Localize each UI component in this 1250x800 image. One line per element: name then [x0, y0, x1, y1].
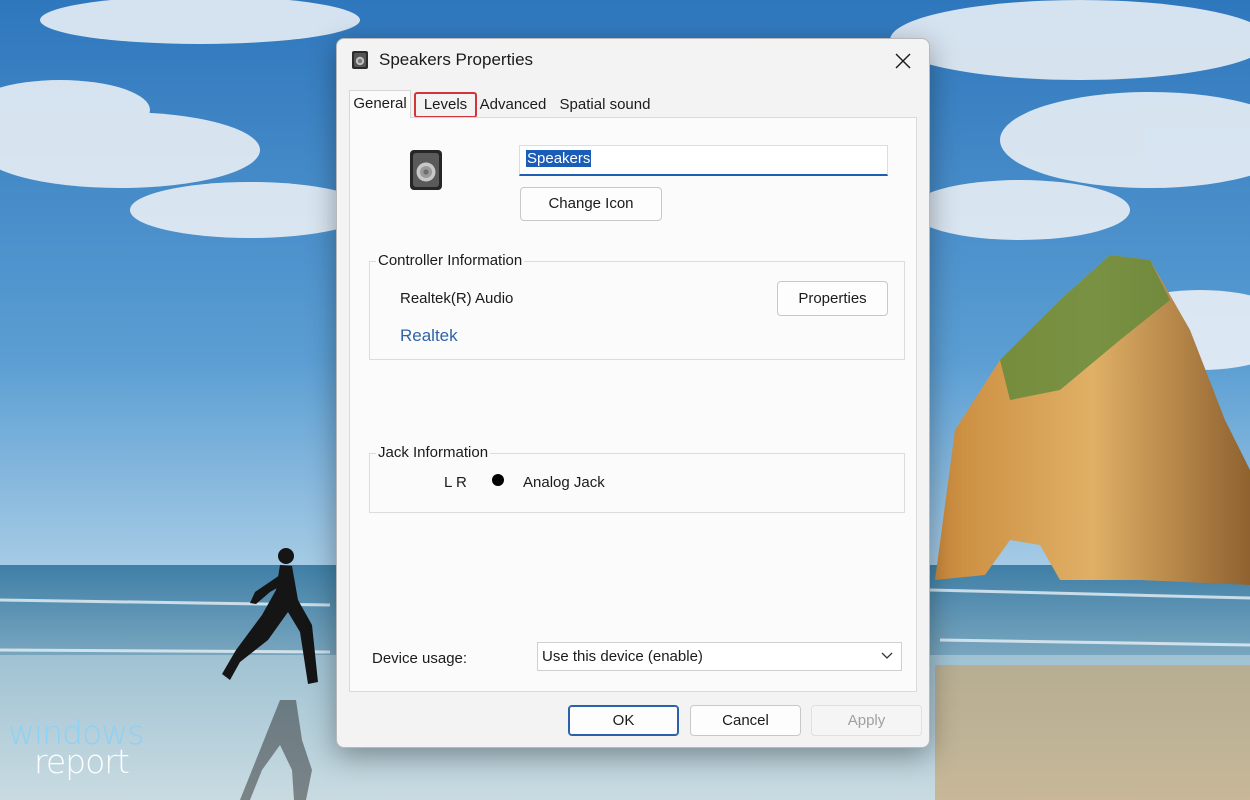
tab-spatial-sound[interactable]: Spatial sound — [553, 93, 657, 117]
device-usage-dropdown[interactable]: Use this device (enable) — [537, 642, 902, 671]
tab-levels[interactable]: Levels — [415, 93, 476, 117]
jack-information-group: Jack Information L R Analog Jack — [369, 453, 905, 513]
dialog-title: Speakers Properties — [379, 50, 533, 70]
logo-text-report: report — [34, 745, 143, 778]
device-name-field[interactable]: Speakers — [519, 145, 888, 176]
jack-connector-type: Analog Jack — [523, 474, 605, 491]
title-bar[interactable]: Speakers Properties — [337, 39, 929, 83]
controller-properties-button[interactable]: Properties — [777, 281, 888, 316]
tab-advanced[interactable]: Advanced — [476, 93, 550, 117]
jack-color-dot — [492, 474, 504, 486]
apply-button[interactable]: Apply — [811, 705, 922, 736]
windows-report-logo: windows report — [8, 716, 143, 778]
device-usage-value: Use this device (enable) — [542, 648, 703, 665]
close-icon — [895, 53, 911, 69]
controller-group-title: Controller Information — [376, 252, 524, 270]
speakers-properties-dialog: Speakers Properties General Levels Advan… — [336, 38, 930, 748]
jack-group-title: Jack Information — [376, 444, 490, 462]
tab-general[interactable]: General — [349, 90, 411, 118]
speaker-icon — [351, 50, 369, 75]
chevron-down-icon — [881, 644, 893, 677]
controller-name: Realtek(R) Audio — [400, 290, 513, 307]
general-tab-page: Speakers Change Icon Controller Informat… — [349, 117, 917, 692]
device-usage-label: Device usage: — [372, 650, 467, 667]
controller-vendor-link[interactable]: Realtek — [400, 326, 458, 346]
cancel-button[interactable]: Cancel — [690, 705, 801, 736]
ok-button[interactable]: OK — [568, 705, 679, 736]
close-button[interactable] — [883, 43, 923, 79]
jack-channels: L R — [444, 474, 467, 491]
device-name-value: Speakers — [526, 150, 591, 167]
change-icon-button[interactable]: Change Icon — [520, 187, 662, 221]
speaker-icon — [408, 148, 444, 197]
controller-information-group: Controller Information Realtek(R) Audio … — [369, 261, 905, 360]
